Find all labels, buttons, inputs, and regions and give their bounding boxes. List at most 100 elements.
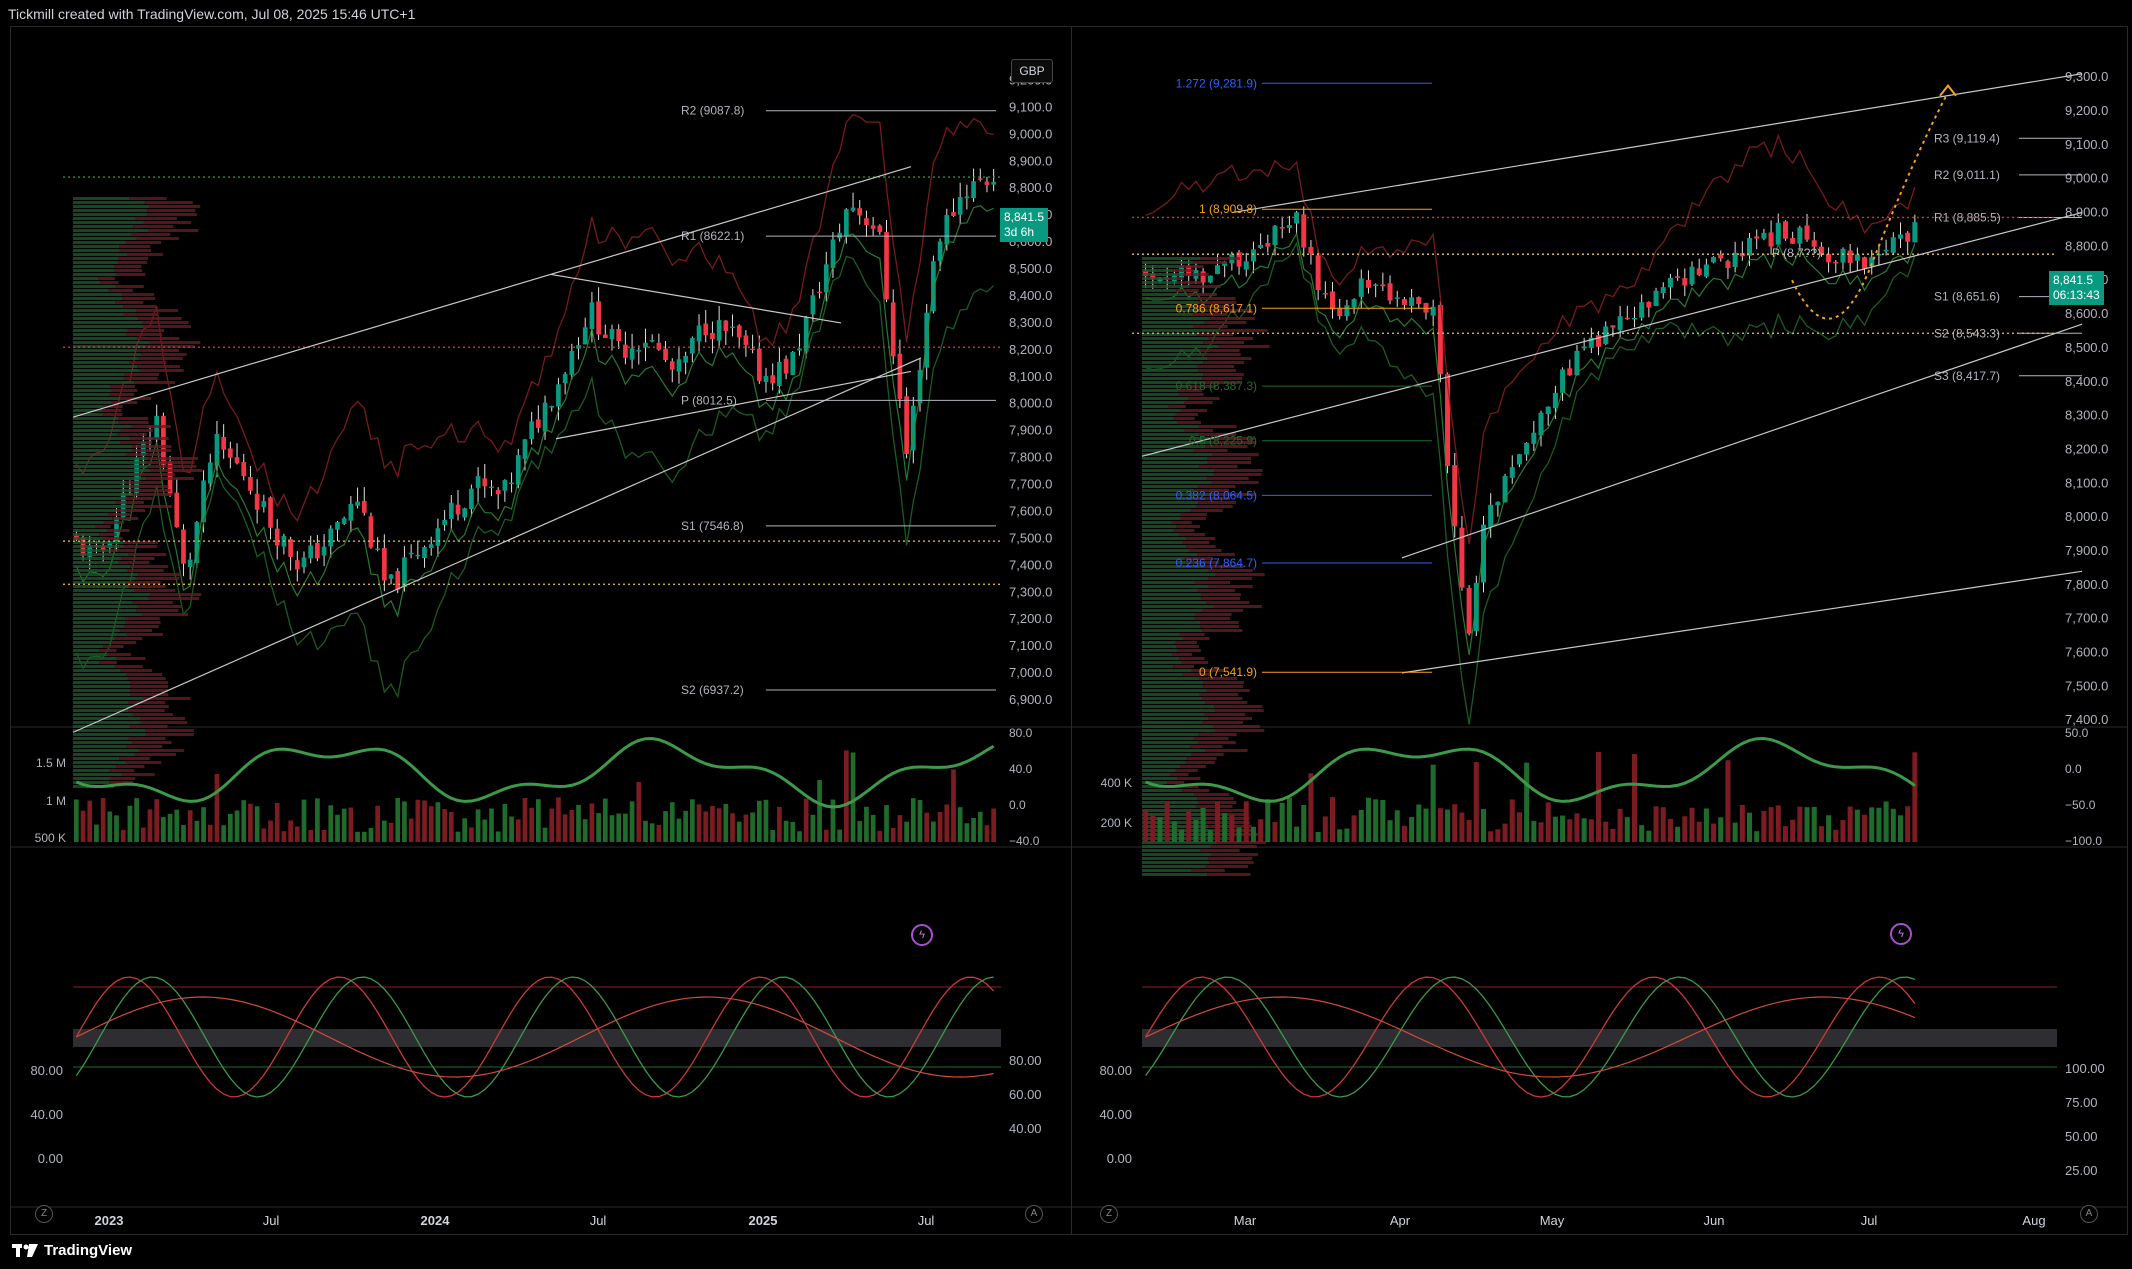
right-chart-panel[interactable]: 9,300.0 9,200.0 9,100.0 9,000.0 8,900.0 8,800… — [1071, 26, 2128, 1235]
left-chart-panel[interactable]: 9,200.09,100.09,000.08,900.08,800.08,700… — [10, 26, 1072, 1235]
volume-profile-bar — [73, 257, 119, 260]
volume-profile-bar — [1200, 597, 1241, 600]
volume-profile-bar — [1142, 621, 1200, 624]
volume-bar — [167, 813, 173, 842]
auto-scale-button-right[interactable]: A — [2080, 1205, 2098, 1223]
volume-profile-bar — [1189, 285, 1221, 288]
candle — [1840, 248, 1846, 263]
volume-profile-bar — [1142, 797, 1198, 800]
volume-profile-bar — [127, 569, 164, 572]
volume-profile-bar — [130, 685, 169, 688]
volume-profile-bar — [1194, 581, 1231, 584]
zoom-reset-button-right[interactable]: Z — [1100, 1205, 1118, 1223]
volume-bar — [984, 825, 990, 842]
candle — [1689, 266, 1695, 285]
volume-profile-bar — [73, 585, 129, 588]
volume-bar — [395, 798, 401, 842]
volume-profile-bar — [132, 713, 173, 716]
volume-profile-bar — [1192, 261, 1227, 264]
volume-bar — [1538, 822, 1544, 842]
volume-profile-bar — [121, 773, 155, 776]
rsi-right-tick: 75.00 — [2065, 1095, 2098, 1110]
candle — [1401, 299, 1407, 305]
fib-level-label: 0.382 (8,064.5) — [1176, 488, 1257, 502]
candle — [1631, 317, 1637, 320]
time-axis-label: 2023 — [95, 1213, 124, 1228]
pivot-label: R1 (8622.1) — [681, 229, 744, 243]
volume-bar — [931, 821, 936, 842]
volume-bar — [254, 806, 260, 842]
candle — [1775, 222, 1781, 245]
volume-profile-bar — [130, 689, 169, 692]
volume-bar — [790, 822, 796, 842]
volume-bar — [1337, 829, 1343, 842]
volume-bar — [428, 806, 434, 842]
volume-bar — [1545, 802, 1551, 842]
lower-band-line — [75, 255, 995, 699]
volume-bar — [502, 804, 508, 842]
volume-profile-bar — [73, 337, 137, 340]
volume-profile-bar — [142, 321, 189, 324]
volume-profile-bar — [1142, 469, 1215, 472]
volume-profile-bar — [1142, 873, 1208, 876]
volume-profile-bar — [1142, 297, 1199, 300]
volume-bar — [1883, 801, 1889, 842]
candle — [837, 232, 842, 239]
candle — [388, 574, 394, 579]
volume-bar — [529, 807, 534, 842]
auto-scale-button-left[interactable]: A — [1025, 1205, 1043, 1223]
volume-profile-bar — [1199, 465, 1238, 468]
volume-bar — [1552, 816, 1558, 842]
volume-bar — [1790, 819, 1796, 842]
volume-osc-tick-label: −100.0 — [2065, 834, 2102, 848]
volume-profile-bar — [120, 497, 153, 500]
volume-profile-bar — [73, 461, 146, 464]
volume-bar — [288, 820, 293, 842]
bolt-icon-right[interactable]: ϟ — [1890, 923, 1912, 945]
candle — [301, 557, 307, 568]
time-axis-label: Jun — [1704, 1213, 1725, 1228]
volume-bar — [1660, 807, 1666, 842]
volume-profile-bar — [1188, 397, 1220, 400]
candle — [656, 342, 662, 350]
volume-bar — [348, 807, 354, 842]
candle — [428, 544, 434, 549]
volume-bar — [328, 805, 334, 842]
volume-bar — [629, 801, 635, 842]
volume-profile-bar — [1204, 809, 1246, 812]
tradingview-logo-icon — [12, 1243, 38, 1257]
volume-profile-bar — [131, 489, 171, 492]
volume-profile-bar — [73, 465, 148, 468]
candle — [1696, 268, 1702, 275]
volume-profile-bar — [73, 753, 135, 756]
volume-bar — [763, 799, 769, 842]
volume-bar — [1186, 810, 1192, 842]
volume-profile-bar — [1142, 753, 1192, 756]
volume-bar — [669, 802, 675, 842]
volume-profile-bar — [1142, 273, 1183, 276]
price-tick-label: 9,200.0 — [2065, 103, 2108, 118]
volume-profile-bar — [1208, 717, 1253, 720]
volume-profile-bar — [73, 281, 101, 284]
bolt-icon[interactable]: ϟ — [911, 924, 933, 946]
volume-bar — [1430, 764, 1436, 842]
candle — [1488, 504, 1494, 527]
volume-profile-bar — [73, 397, 120, 400]
volume-profile-bar — [1142, 353, 1202, 356]
candle — [274, 528, 280, 546]
volume-profile-bar — [1142, 465, 1200, 468]
zoom-reset-button-left[interactable]: Z — [35, 1205, 53, 1223]
candle — [1322, 293, 1328, 295]
candle — [797, 348, 802, 351]
currency-button[interactable]: GBP — [1011, 59, 1053, 83]
volume-profile-bar — [73, 589, 135, 592]
candle — [1214, 265, 1221, 275]
candle — [690, 338, 695, 354]
right-chart-canvas[interactable]: 9,300.09,200.09,100.09,000.08,900.08,800… — [1072, 27, 2127, 1234]
volume-profile-bar — [116, 509, 146, 512]
volume-bar — [1782, 826, 1788, 842]
left-chart-canvas[interactable]: 9,200.09,100.09,000.08,900.08,800.08,700… — [11, 27, 1071, 1234]
volume-bar — [1279, 803, 1285, 842]
volume-bar — [1272, 821, 1278, 842]
price-tick-label: 7,300.0 — [1009, 584, 1052, 599]
